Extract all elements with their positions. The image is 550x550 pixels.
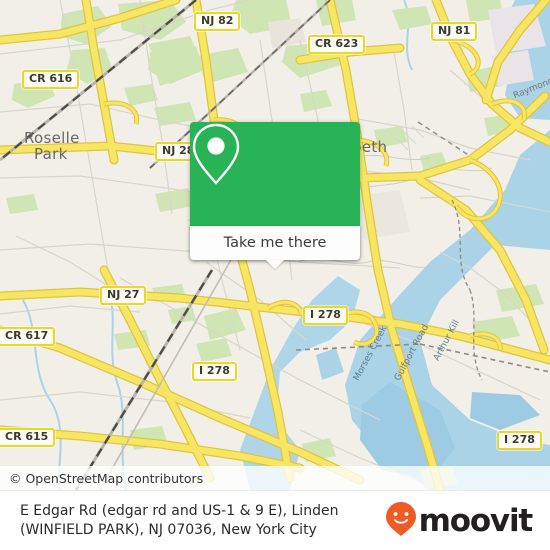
moovit-map-screenshot: NJ 82 CR 623 NJ 81 CR 616 NJ 28 NJ 27 I … [0,0,550,550]
map-canvas[interactable]: NJ 82 CR 623 NJ 81 CR 616 NJ 28 NJ 27 I … [0,0,550,490]
moovit-logo[interactable]: moovit [385,501,550,542]
map-attribution: © OpenStreetMap contributors [0,466,550,490]
address-line-1: E Edgar Rd (edgar rd and US-1 & 9 E), Li… [20,503,339,519]
shield-cr-623: CR 623 [308,35,366,54]
shield-nj-81: NJ 81 [431,22,478,41]
shield-i-278-north: I 278 [303,306,348,325]
shield-i-278-east: I 278 [497,431,542,450]
bottom-info-bar: E Edgar Rd (edgar rd and US-1 & 9 E), Li… [0,490,550,550]
take-me-there-button[interactable]: Take me there [190,226,360,269]
shield-cr-617: CR 617 [0,327,56,346]
shield-cr-616: CR 616 [22,70,80,89]
shield-nj-82: NJ 82 [194,12,241,31]
destination-popup[interactable]: Take me there [190,122,360,269]
shield-i-278-west: I 278 [192,362,237,381]
attribution-text[interactable]: © OpenStreetMap contributors [0,471,203,486]
moovit-wordmark: moovit [418,502,534,539]
take-me-there-label: Take me there [223,235,327,251]
shield-cr-615: CR 615 [0,428,56,447]
shield-nj-27: NJ 27 [100,286,147,305]
address-line-2: (WINFIELD PARK), NJ 07036, New York City [20,522,317,538]
moovit-pin-icon [385,501,417,542]
address-block: E Edgar Rd (edgar rd and US-1 & 9 E), Li… [0,502,338,540]
popup-tail [266,260,284,269]
popup-header [190,122,360,226]
